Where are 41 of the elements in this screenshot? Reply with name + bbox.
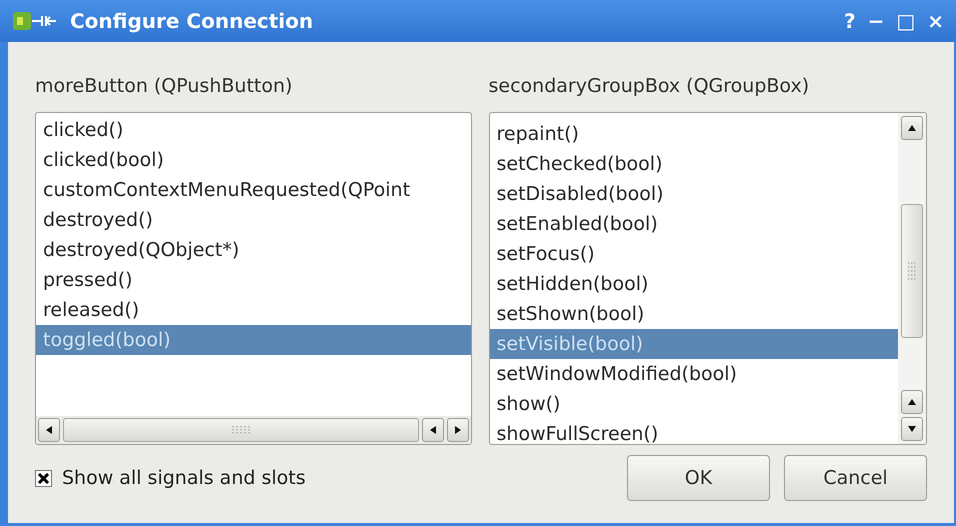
list-item[interactable]: setWindowModified(bool) [490, 359, 898, 389]
dialog-button[interactable]: Cancel [784, 455, 927, 501]
list-label: secondaryGroupBox (QGroupBox) [488, 74, 810, 99]
dialog-button[interactable]: OK [627, 455, 770, 501]
list-item[interactable]: released() [36, 295, 471, 325]
signal-list[interactable]: clicked() clicked(bool) customContextMenuRequested(QPoint destroyed() destroyed(QObject*) pressed() released() toggled(bool) [35, 112, 472, 445]
scroll-right-button[interactable] [446, 418, 469, 442]
checkbox[interactable] [35, 470, 52, 486]
list-item[interactable]: setFocus() [490, 239, 898, 269]
list-item[interactable]: clicked() [36, 115, 471, 145]
scroll-up-button[interactable] [901, 116, 923, 140]
cross-icon [38, 472, 49, 484]
list-item[interactable]: destroyed() [36, 205, 471, 235]
list-item[interactable]: setDisabled(bool) [490, 179, 898, 209]
title-bar-button[interactable]: □ [896, 11, 916, 31]
checkbox-label: Show all signals and slots [62, 466, 306, 491]
list-item[interactable]: setEnabled(bool) [490, 209, 898, 239]
list-item[interactable]: setHidden(bool) [490, 269, 898, 299]
scroll-down-button[interactable] [901, 417, 923, 441]
title-bar-button[interactable]: − [868, 11, 884, 31]
scroll-left-button[interactable] [422, 418, 444, 442]
list-label: moreButton (QPushButton) [35, 74, 294, 99]
list-item[interactable]: clicked(bool) [36, 145, 471, 175]
list-item[interactable]: destroyed(QObject*) [36, 235, 471, 265]
list-item[interactable]: repaint() [490, 119, 898, 149]
title-bar-button[interactable]: ? [844, 11, 856, 31]
title-bar-button[interactable]: × [927, 11, 944, 31]
list-item[interactable]: setShown(bool) [490, 299, 898, 329]
scroll-left-button[interactable] [38, 418, 60, 442]
grip-icon [907, 261, 917, 281]
list-item[interactable]: setChecked(bool) [490, 149, 898, 179]
scrollbar-thumb[interactable] [63, 418, 419, 442]
list-item[interactable]: show() [490, 389, 898, 419]
scrollbar-thumb[interactable] [901, 204, 923, 338]
grip-icon [230, 425, 251, 435]
list-item[interactable]: pressed() [36, 265, 471, 295]
window-title: Configure Connection [70, 8, 314, 35]
slot-list[interactable]: repaint() setChecked(bool) setDisabled(bool) setEnabled(bool) setFocus() setHidden(bool) setShown(bool) setVisible(bool) setWindowModified(bool) show() showFullScreen() [488, 112, 927, 445]
scroll-up-button[interactable] [901, 390, 923, 414]
list-item[interactable]: customContextMenuRequested(QPoint [36, 175, 471, 205]
list-item[interactable]: showFullScreen() [490, 419, 898, 444]
